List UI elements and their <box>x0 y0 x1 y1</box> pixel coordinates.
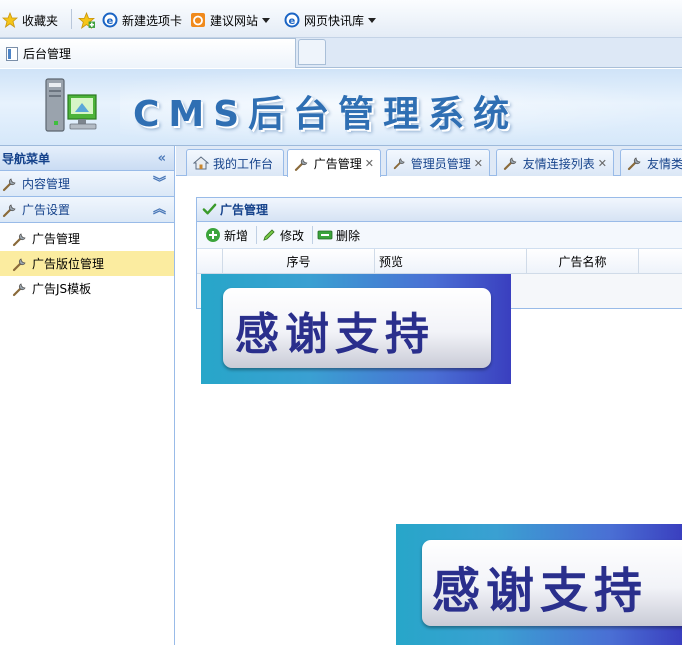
column-index[interactable]: 序号 <box>223 249 375 274</box>
watermark-stamp: 感谢支持 <box>201 274 511 384</box>
tab-label: 友情连接列表 <box>522 156 595 171</box>
toolbar-divider <box>256 226 258 244</box>
svg-text:e: e <box>289 16 296 27</box>
tab-admin-management[interactable]: 管理员管理 ✕ <box>386 149 490 176</box>
wrench-icon <box>12 232 26 246</box>
toolbar: 新增 修改 删除 <box>197 222 682 249</box>
column-label: 序号 <box>286 255 311 269</box>
column-label: 广告名称 <box>558 255 607 269</box>
stamp-text: 感谢支持 <box>235 309 435 360</box>
nav-item-ad-position[interactable]: 广告版位管理 <box>0 251 174 276</box>
section-content-management[interactable]: 内容管理 ︾ <box>0 171 174 197</box>
close-icon[interactable]: ✕ <box>474 157 483 170</box>
content-tab-bar: 我的工作台 广告管理 ✕ 管理员管理 ✕ 友情连接列表 ✕ 友情类 <box>176 146 682 177</box>
page-icon <box>6 46 18 61</box>
navigation-panel: 导航菜单 « 内容管理 ︾ 广告设置 ︽ 广告管理 广告版位管理 广告JS模板 <box>0 146 175 645</box>
nav-item-label: 广告JS模板 <box>32 282 92 296</box>
tab-friend-links[interactable]: 友情连接列表 ✕ <box>496 149 614 176</box>
suggested-sites-label: 建议网站 <box>210 13 259 28</box>
tab-label: 广告管理 <box>313 157 362 171</box>
app-header: CMS后台管理系统 <box>0 69 682 146</box>
stamp-text: 感谢支持 <box>432 563 649 619</box>
favorites-bar: 收藏夹 e 新建选项卡 建议网站 e 网页快讯库 <box>0 0 682 38</box>
favorites-label: 收藏夹 <box>22 13 59 28</box>
pencil-icon <box>263 229 275 241</box>
tab-friend-link-types[interactable]: 友情类 <box>620 149 682 176</box>
collapse-left-icon[interactable]: « <box>158 152 166 165</box>
edit-label: 修改 <box>280 228 305 243</box>
add-label: 新增 <box>224 228 249 243</box>
ie-icon: e <box>102 12 118 28</box>
wrench-icon <box>12 282 26 296</box>
new-tab-button[interactable] <box>298 39 326 65</box>
wrench-icon <box>12 257 26 271</box>
close-icon[interactable]: ✕ <box>598 157 607 170</box>
suggested-sites-link[interactable]: 建议网站 <box>190 11 271 29</box>
nav-item-ad-js-template[interactable]: 广告JS模板 <box>0 276 174 301</box>
wrench-icon <box>627 157 641 171</box>
plus-icon <box>206 228 220 242</box>
wrench-icon <box>393 158 405 170</box>
browser-tab-strip: 后台管理 <box>0 38 682 68</box>
web-slice-label: 网页快讯库 <box>304 13 365 28</box>
add-button[interactable]: 新增 <box>203 224 254 246</box>
panel-title: 广告管理 <box>220 203 269 217</box>
suggested-sites-icon <box>191 13 205 27</box>
new-tab-label: 新建选项卡 <box>122 13 183 28</box>
browser-tab[interactable]: 后台管理 <box>0 38 296 68</box>
wrench-icon <box>2 203 16 217</box>
expand-icon[interactable]: ︾ <box>153 177 166 190</box>
navigation-header: 导航菜单 « <box>0 146 174 171</box>
nav-item-ad-management[interactable]: 广告管理 <box>0 226 174 251</box>
new-tab-link[interactable]: e 新建选项卡 <box>102 11 182 29</box>
tab-label: 友情类 <box>646 156 682 171</box>
panel-header: 广告管理 <box>197 198 682 222</box>
wrench-icon <box>503 157 517 170</box>
edit-button[interactable]: 修改 <box>259 224 310 246</box>
wrench-icon <box>294 158 308 171</box>
watermark-stamp: 感谢支持 <box>396 524 682 645</box>
section-label: 广告设置 <box>22 203 71 217</box>
divider <box>71 9 72 29</box>
section-label: 内容管理 <box>22 177 71 191</box>
row-number-column <box>197 249 223 274</box>
tab-workbench[interactable]: 我的工作台 <box>186 149 284 176</box>
add-favorite-icon[interactable] <box>78 12 95 29</box>
column-preview[interactable]: 预览 <box>375 249 527 274</box>
grid-header: 序号 预览 广告名称 <box>197 249 682 274</box>
tab-label: 管理员管理 <box>410 156 471 171</box>
check-icon <box>202 203 217 215</box>
collapse-icon[interactable]: ︽ <box>153 203 166 216</box>
star-icon <box>2 12 18 28</box>
minus-icon <box>317 230 333 240</box>
web-slice-icon: e <box>284 12 300 28</box>
favorites-button[interactable]: 收藏夹 <box>2 11 58 29</box>
tab-label: 我的工作台 <box>213 156 274 171</box>
nav-item-label: 广告版位管理 <box>32 257 105 271</box>
tab-ad-management[interactable]: 广告管理 ✕ <box>287 149 381 177</box>
server-logo-icon <box>45 78 97 132</box>
section-ad-settings[interactable]: 广告设置 ︽ <box>0 197 174 223</box>
chevron-down-icon <box>262 17 271 23</box>
chevron-down-icon <box>368 17 377 23</box>
navigation-title: 导航菜单 <box>2 151 51 166</box>
nav-item-label: 广告管理 <box>32 232 81 246</box>
delete-label: 删除 <box>336 228 361 243</box>
web-slice-link[interactable]: e 网页快讯库 <box>284 11 377 29</box>
system-title: CMS后台管理系统 <box>133 94 519 135</box>
wrench-icon <box>2 177 16 191</box>
toolbar-divider <box>312 226 314 244</box>
close-icon[interactable]: ✕ <box>365 157 374 170</box>
column-ad-name[interactable]: 广告名称 <box>527 249 639 274</box>
delete-button[interactable]: 删除 <box>315 224 366 246</box>
column-label: 预览 <box>379 255 404 269</box>
browser-tab-title: 后台管理 <box>23 47 72 61</box>
svg-text:e: e <box>107 16 114 27</box>
home-icon <box>193 156 209 170</box>
